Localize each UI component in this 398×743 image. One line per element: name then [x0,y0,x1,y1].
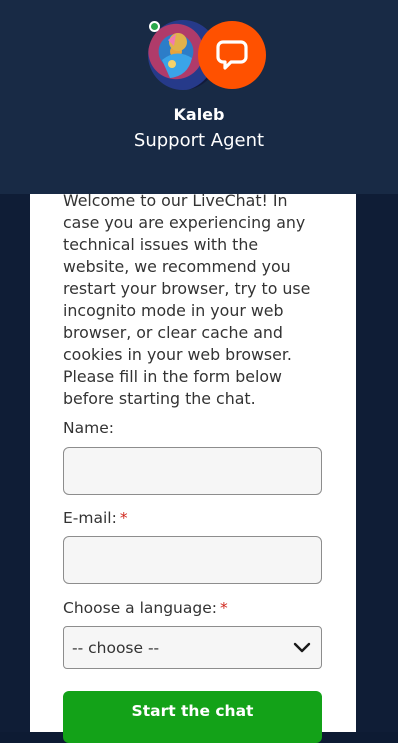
start-chat-button[interactable]: Start the chat [63,691,322,743]
chat-bubble-icon [216,40,248,70]
language-select-value: -- choose -- [72,638,160,657]
agent-name: Kaleb [173,105,225,124]
backdrop-left [0,194,30,732]
required-marker: * [119,509,128,527]
email-input[interactable] [63,536,322,584]
avatar-group [148,20,268,90]
name-input[interactable] [63,447,322,495]
agent-role: Support Agent [133,130,265,151]
name-label: Name: [63,419,114,437]
welcome-message: Welcome to our LiveChat! In case you are… [63,191,311,408]
language-select[interactable]: -- choose -- [63,626,322,669]
chat-header: Kaleb Support Agent [0,0,398,194]
livechat-logo [198,21,266,89]
chevron-down-icon [293,642,311,652]
required-marker: * [219,599,228,617]
online-status-dot [149,21,160,32]
prechat-form-card: Welcome to our LiveChat! In case you are… [30,191,356,743]
backdrop-right [356,194,398,732]
language-label: Choose a language: * [63,599,228,617]
email-label: E-mail: * [63,509,128,527]
